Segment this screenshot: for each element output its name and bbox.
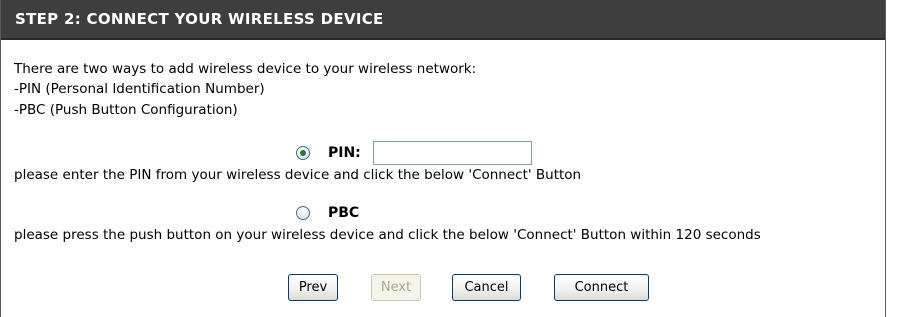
pbc-radio[interactable] bbox=[296, 206, 310, 220]
pin-instruction: please enter the PIN from your wireless … bbox=[14, 167, 582, 183]
pin-radio[interactable] bbox=[296, 146, 310, 160]
pbc-method-text: -PBC (Push Button Configuration) bbox=[14, 102, 238, 118]
pin-input[interactable] bbox=[373, 141, 532, 165]
next-button[interactable]: Next bbox=[371, 274, 421, 301]
cancel-button[interactable]: Cancel bbox=[452, 274, 521, 301]
radio-selected-dot bbox=[300, 150, 306, 156]
pbc-label: PBC bbox=[328, 205, 360, 221]
wizard-panel: STEP 2: CONNECT YOUR WIRELESS DEVICE The… bbox=[0, 0, 886, 317]
section-title: STEP 2: CONNECT YOUR WIRELESS DEVICE bbox=[15, 10, 384, 28]
pin-method-text: -PIN (Personal Identification Number) bbox=[14, 81, 265, 97]
connect-button[interactable]: Connect bbox=[554, 274, 649, 301]
section-header: STEP 2: CONNECT YOUR WIRELESS DEVICE bbox=[1, 0, 885, 40]
pbc-instruction: please press the push button on your wir… bbox=[14, 227, 761, 243]
pin-label: PIN: bbox=[328, 145, 361, 161]
prev-button[interactable]: Prev bbox=[288, 274, 338, 301]
intro-text: There are two ways to add wireless devic… bbox=[14, 61, 477, 77]
